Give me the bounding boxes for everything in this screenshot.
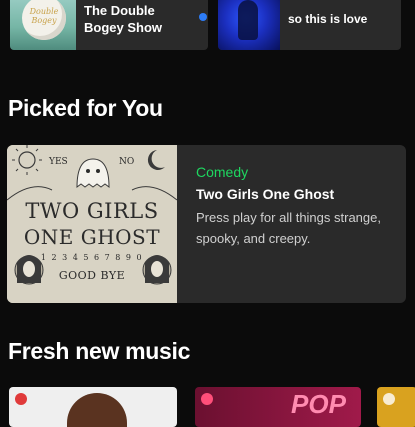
spotify-badge-icon — [15, 393, 27, 405]
spotify-badge-icon — [201, 393, 213, 405]
cover-figure — [238, 0, 258, 40]
artist-photo — [67, 393, 127, 427]
shortcut-title: The Double Bogey Show — [84, 3, 163, 35]
cover-logo-text: Double Bogey — [29, 7, 59, 25]
podcast-genre: Comedy — [196, 164, 249, 180]
fresh-music-card[interactable]: POP — [195, 387, 361, 427]
cover-goodbye-text: GOOD BYE — [58, 269, 126, 282]
shortcut-so-this-is-love[interactable]: so this is love — [218, 0, 401, 50]
podcast-cover-image: Double Bogey — [10, 0, 76, 50]
new-episode-dot-icon — [199, 13, 207, 21]
shortcut-double-bogey-show[interactable]: Double Bogey The Double Bogey Show — [10, 0, 208, 50]
picked-podcast-card[interactable]: YES NO TWO GIRLS ONE GHOST 1 2 3 4 5 6 7… — [7, 145, 406, 303]
fresh-music-card[interactable] — [377, 387, 415, 427]
cover-title-line2: ONE GHOST — [23, 225, 161, 249]
cover-no-text: NO — [119, 157, 135, 167]
podcast-cover-image: YES NO TWO GIRLS ONE GHOST 1 2 3 4 5 6 7… — [7, 145, 177, 303]
podcast-title: Two Girls One Ghost — [196, 186, 335, 202]
cover-numbers-text: 1 2 3 4 5 6 7 8 9 0 — [40, 253, 144, 262]
shortcut-title: so this is love — [288, 12, 368, 26]
playlist-cover-image — [218, 0, 280, 50]
cover-title-line1: TWO GIRLS — [25, 199, 159, 223]
section-heading-picked-for-you: Picked for You — [8, 95, 163, 121]
playlist-art-label: POP — [291, 389, 346, 419]
section-heading-fresh-new-music: Fresh new music — [8, 338, 191, 364]
podcast-description: Press play for all things strange, spook… — [196, 210, 381, 246]
cover-yes-text: YES — [49, 157, 68, 167]
spotify-badge-icon — [383, 393, 395, 405]
fresh-music-card[interactable] — [9, 387, 177, 427]
